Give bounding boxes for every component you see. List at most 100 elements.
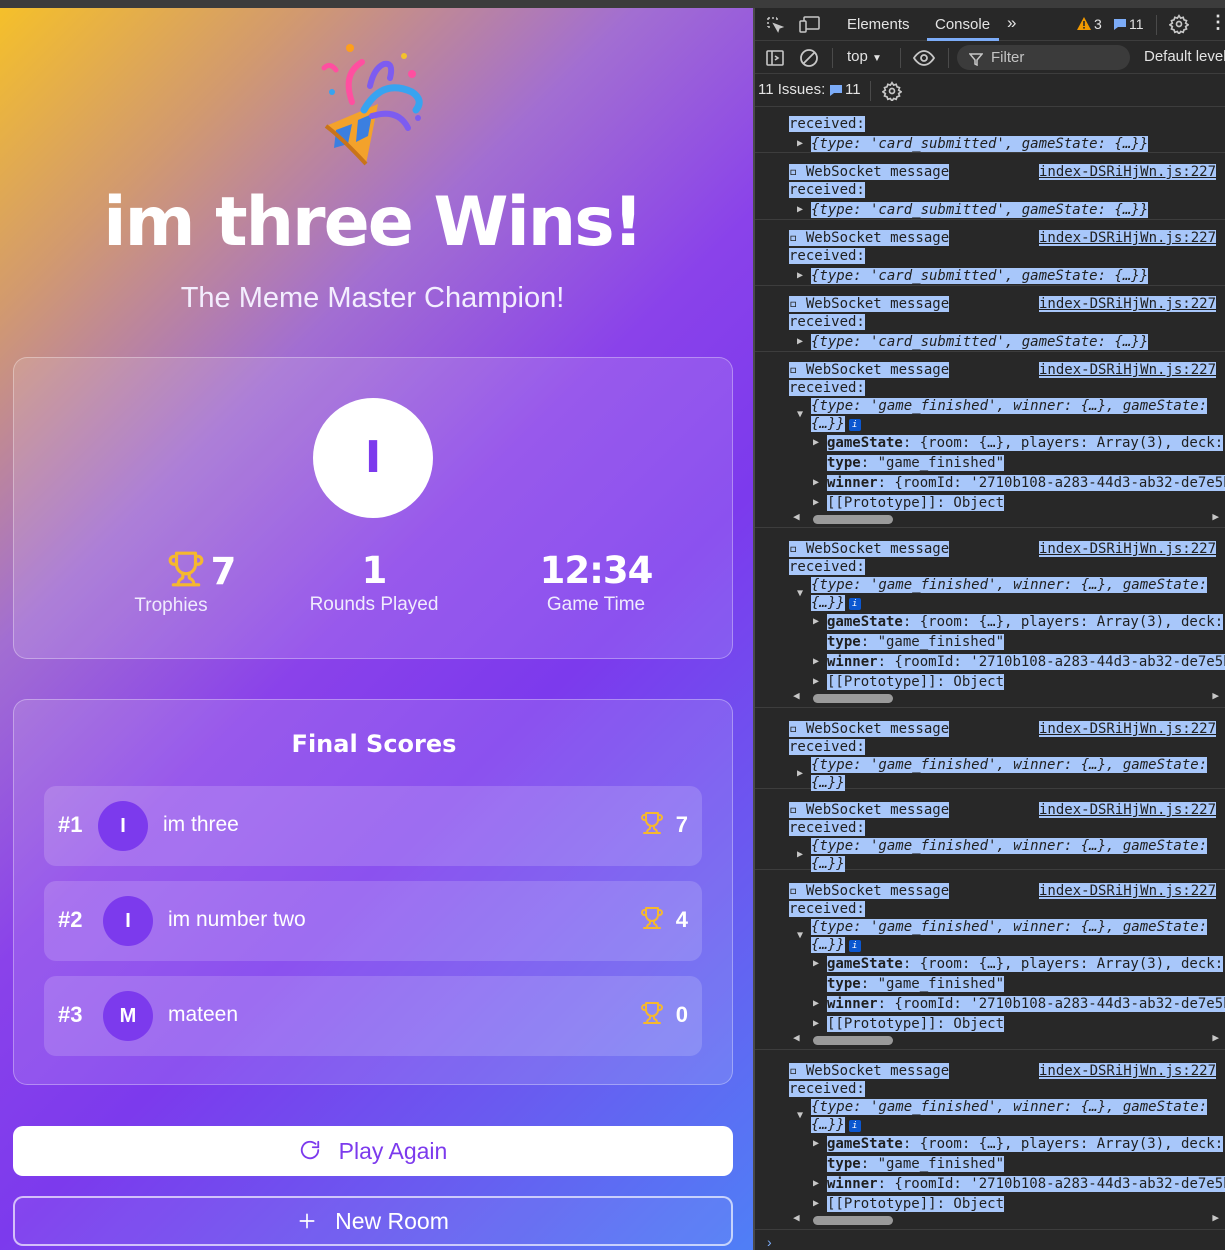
player-score-value: 0 <box>675 1002 688 1027</box>
expand-arrow-icon[interactable]: ▶ <box>813 1015 819 1033</box>
info-icon[interactable]: i <box>848 940 861 952</box>
expand-arrow-icon[interactable]: ▶ <box>797 846 803 864</box>
scroll-left-icon[interactable]: ◀ <box>793 510 800 523</box>
player-avatar: I <box>98 801 148 851</box>
issues-count: 11 <box>1129 16 1144 32</box>
warning-icon[interactable] <box>1076 16 1092 31</box>
inspect-element-icon[interactable] <box>765 15 785 35</box>
expand-arrow-icon[interactable]: ▶ <box>813 1175 819 1193</box>
tab-elements[interactable]: Elements <box>847 16 910 33</box>
trophy-icon <box>640 812 663 834</box>
source-link[interactable]: index-DSRiHjWn.js:227 <box>1039 720 1217 738</box>
scrollbar-thumb[interactable] <box>813 515 893 524</box>
expand-arrow-icon[interactable]: ▶ <box>797 135 803 153</box>
expand-arrow-icon[interactable]: ▶ <box>797 201 803 219</box>
scroll-right-icon[interactable]: ▶ <box>1212 1211 1219 1224</box>
expand-arrow-icon[interactable]: ▶ <box>813 1195 819 1213</box>
source-link[interactable]: index-DSRiHjWn.js:227 <box>1039 540 1217 558</box>
eye-icon[interactable] <box>912 48 936 68</box>
source-link[interactable]: index-DSRiHjWn.js:227 <box>1039 1062 1217 1080</box>
expand-arrow-icon[interactable]: ▶ <box>813 955 819 973</box>
source-link[interactable]: index-DSRiHjWn.js:227 <box>1039 882 1217 900</box>
collapse-arrow-icon[interactable]: ▼ <box>797 585 803 603</box>
champion-avatar: I <box>313 398 433 518</box>
expand-arrow-icon[interactable]: ▶ <box>813 995 819 1013</box>
settings-gear-icon[interactable] <box>1169 14 1189 34</box>
devtools-panel: Elements Console » 3 11 ⋮ top ▼ Filter D… <box>755 8 1225 1250</box>
score-rank: #1 <box>58 812 83 837</box>
collapse-arrow-icon[interactable]: ▼ <box>797 1107 803 1125</box>
stat-rounds-label: Rounds Played <box>309 594 439 615</box>
collapse-arrow-icon[interactable]: ▼ <box>797 406 803 424</box>
info-icon[interactable]: i <box>848 598 861 610</box>
horizontal-scrollbar[interactable]: ◀ ▶ <box>793 510 1223 526</box>
expand-arrow-icon[interactable]: ▶ <box>813 494 819 512</box>
final-scores-card: Final Scores #1 I im three 7 #2 I im num… <box>13 699 733 1085</box>
champion-card: I 7 Trophies 1 Rounds Played 12:34 Game … <box>13 357 733 659</box>
play-again-button[interactable]: Play Again <box>13 1126 733 1176</box>
console-message: ▫ WebSocket message index-DSRiHjWn.js:22… <box>755 708 1225 791</box>
expand-arrow-icon[interactable]: ▶ <box>813 653 819 671</box>
player-avatar: I <box>103 896 153 946</box>
clear-console-icon[interactable] <box>799 48 819 68</box>
scroll-left-icon[interactable]: ◀ <box>793 1211 800 1224</box>
stat-trophies-value: 7 <box>210 550 237 593</box>
context-selector[interactable]: top ▼ <box>847 48 882 65</box>
winner-subtitle: The Meme Master Champion! <box>180 282 565 314</box>
scrollbar-thumb[interactable] <box>813 1216 893 1225</box>
score-row: #3 M mateen 0 <box>44 976 702 1056</box>
trophy-icon <box>168 551 204 587</box>
expand-arrow-icon[interactable]: ▶ <box>813 1135 819 1153</box>
winner-title: im three Wins! <box>103 183 643 262</box>
console-message: ▫ WebSocket message index-DSRiHjWn.js:22… <box>755 528 1225 708</box>
console-message: ▫ WebSocket message index-DSRiHjWn.js:22… <box>755 154 1225 220</box>
info-icon[interactable]: i <box>848 1120 861 1132</box>
sidebar-toggle-icon[interactable] <box>765 48 785 68</box>
new-room-button[interactable]: New Room <box>13 1196 733 1246</box>
info-icon[interactable]: i <box>848 419 861 431</box>
console-message: ▫ WebSocket message index-DSRiHjWn.js:22… <box>755 870 1225 1050</box>
source-link[interactable]: index-DSRiHjWn.js:227 <box>1039 295 1217 313</box>
kebab-menu-icon[interactable]: ⋮ <box>1209 12 1225 33</box>
scroll-right-icon[interactable]: ▶ <box>1212 510 1219 523</box>
expand-arrow-icon[interactable]: ▶ <box>797 333 803 351</box>
player-score-value: 4 <box>675 907 688 932</box>
scrollbar-thumb[interactable] <box>813 694 893 703</box>
tab-console[interactable]: Console <box>935 16 990 33</box>
expand-arrow-icon[interactable]: ▶ <box>813 434 819 452</box>
console-prompt-chevron-icon[interactable]: › <box>767 1234 772 1250</box>
source-link[interactable]: index-DSRiHjWn.js:227 <box>1039 801 1217 819</box>
log-levels-dropdown[interactable]: Default levels <box>1144 48 1225 65</box>
horizontal-scrollbar[interactable]: ◀ ▶ <box>793 1211 1223 1227</box>
scroll-right-icon[interactable]: ▶ <box>1212 689 1219 702</box>
source-link[interactable]: index-DSRiHjWn.js:227 <box>1039 163 1217 181</box>
source-link[interactable]: index-DSRiHjWn.js:227 <box>1039 361 1217 379</box>
scroll-left-icon[interactable]: ◀ <box>793 1031 800 1044</box>
scroll-right-icon[interactable]: ▶ <box>1212 1031 1219 1044</box>
expand-arrow-icon[interactable]: ▶ <box>813 673 819 691</box>
final-scores-title: Final Scores <box>291 730 457 758</box>
source-link[interactable]: index-DSRiHjWn.js:227 <box>1039 229 1217 247</box>
toolbar-separator <box>1156 15 1157 35</box>
issues-message-icon[interactable] <box>1113 18 1127 30</box>
issues-message-icon[interactable] <box>829 84 843 96</box>
expand-arrow-icon[interactable]: ▶ <box>813 474 819 492</box>
console-settings-gear-icon[interactable] <box>882 81 902 101</box>
more-tabs-chevron-icon[interactable]: » <box>1007 13 1016 33</box>
expand-arrow-icon[interactable]: ▶ <box>813 613 819 631</box>
collapse-arrow-icon[interactable]: ▼ <box>797 927 803 945</box>
toolbar-separator <box>832 48 833 68</box>
scrollbar-thumb[interactable] <box>813 1036 893 1045</box>
stat-rounds: 1 Rounds Played <box>284 550 464 616</box>
expand-arrow-icon[interactable]: ▶ <box>797 765 803 783</box>
player-name: im number two <box>168 908 306 931</box>
device-toolbar-icon[interactable] <box>799 15 821 35</box>
player-score-value: 7 <box>675 812 688 837</box>
issues-bar: 11 Issues: 11 <box>755 74 1225 107</box>
expand-arrow-icon[interactable]: ▶ <box>797 267 803 285</box>
horizontal-scrollbar[interactable]: ◀ ▶ <box>793 1031 1223 1047</box>
new-room-label: New Room <box>335 1208 449 1234</box>
scroll-left-icon[interactable]: ◀ <box>793 689 800 702</box>
stat-time: 12:34 Game Time <box>506 550 686 616</box>
horizontal-scrollbar[interactable]: ◀ ▶ <box>793 689 1223 705</box>
